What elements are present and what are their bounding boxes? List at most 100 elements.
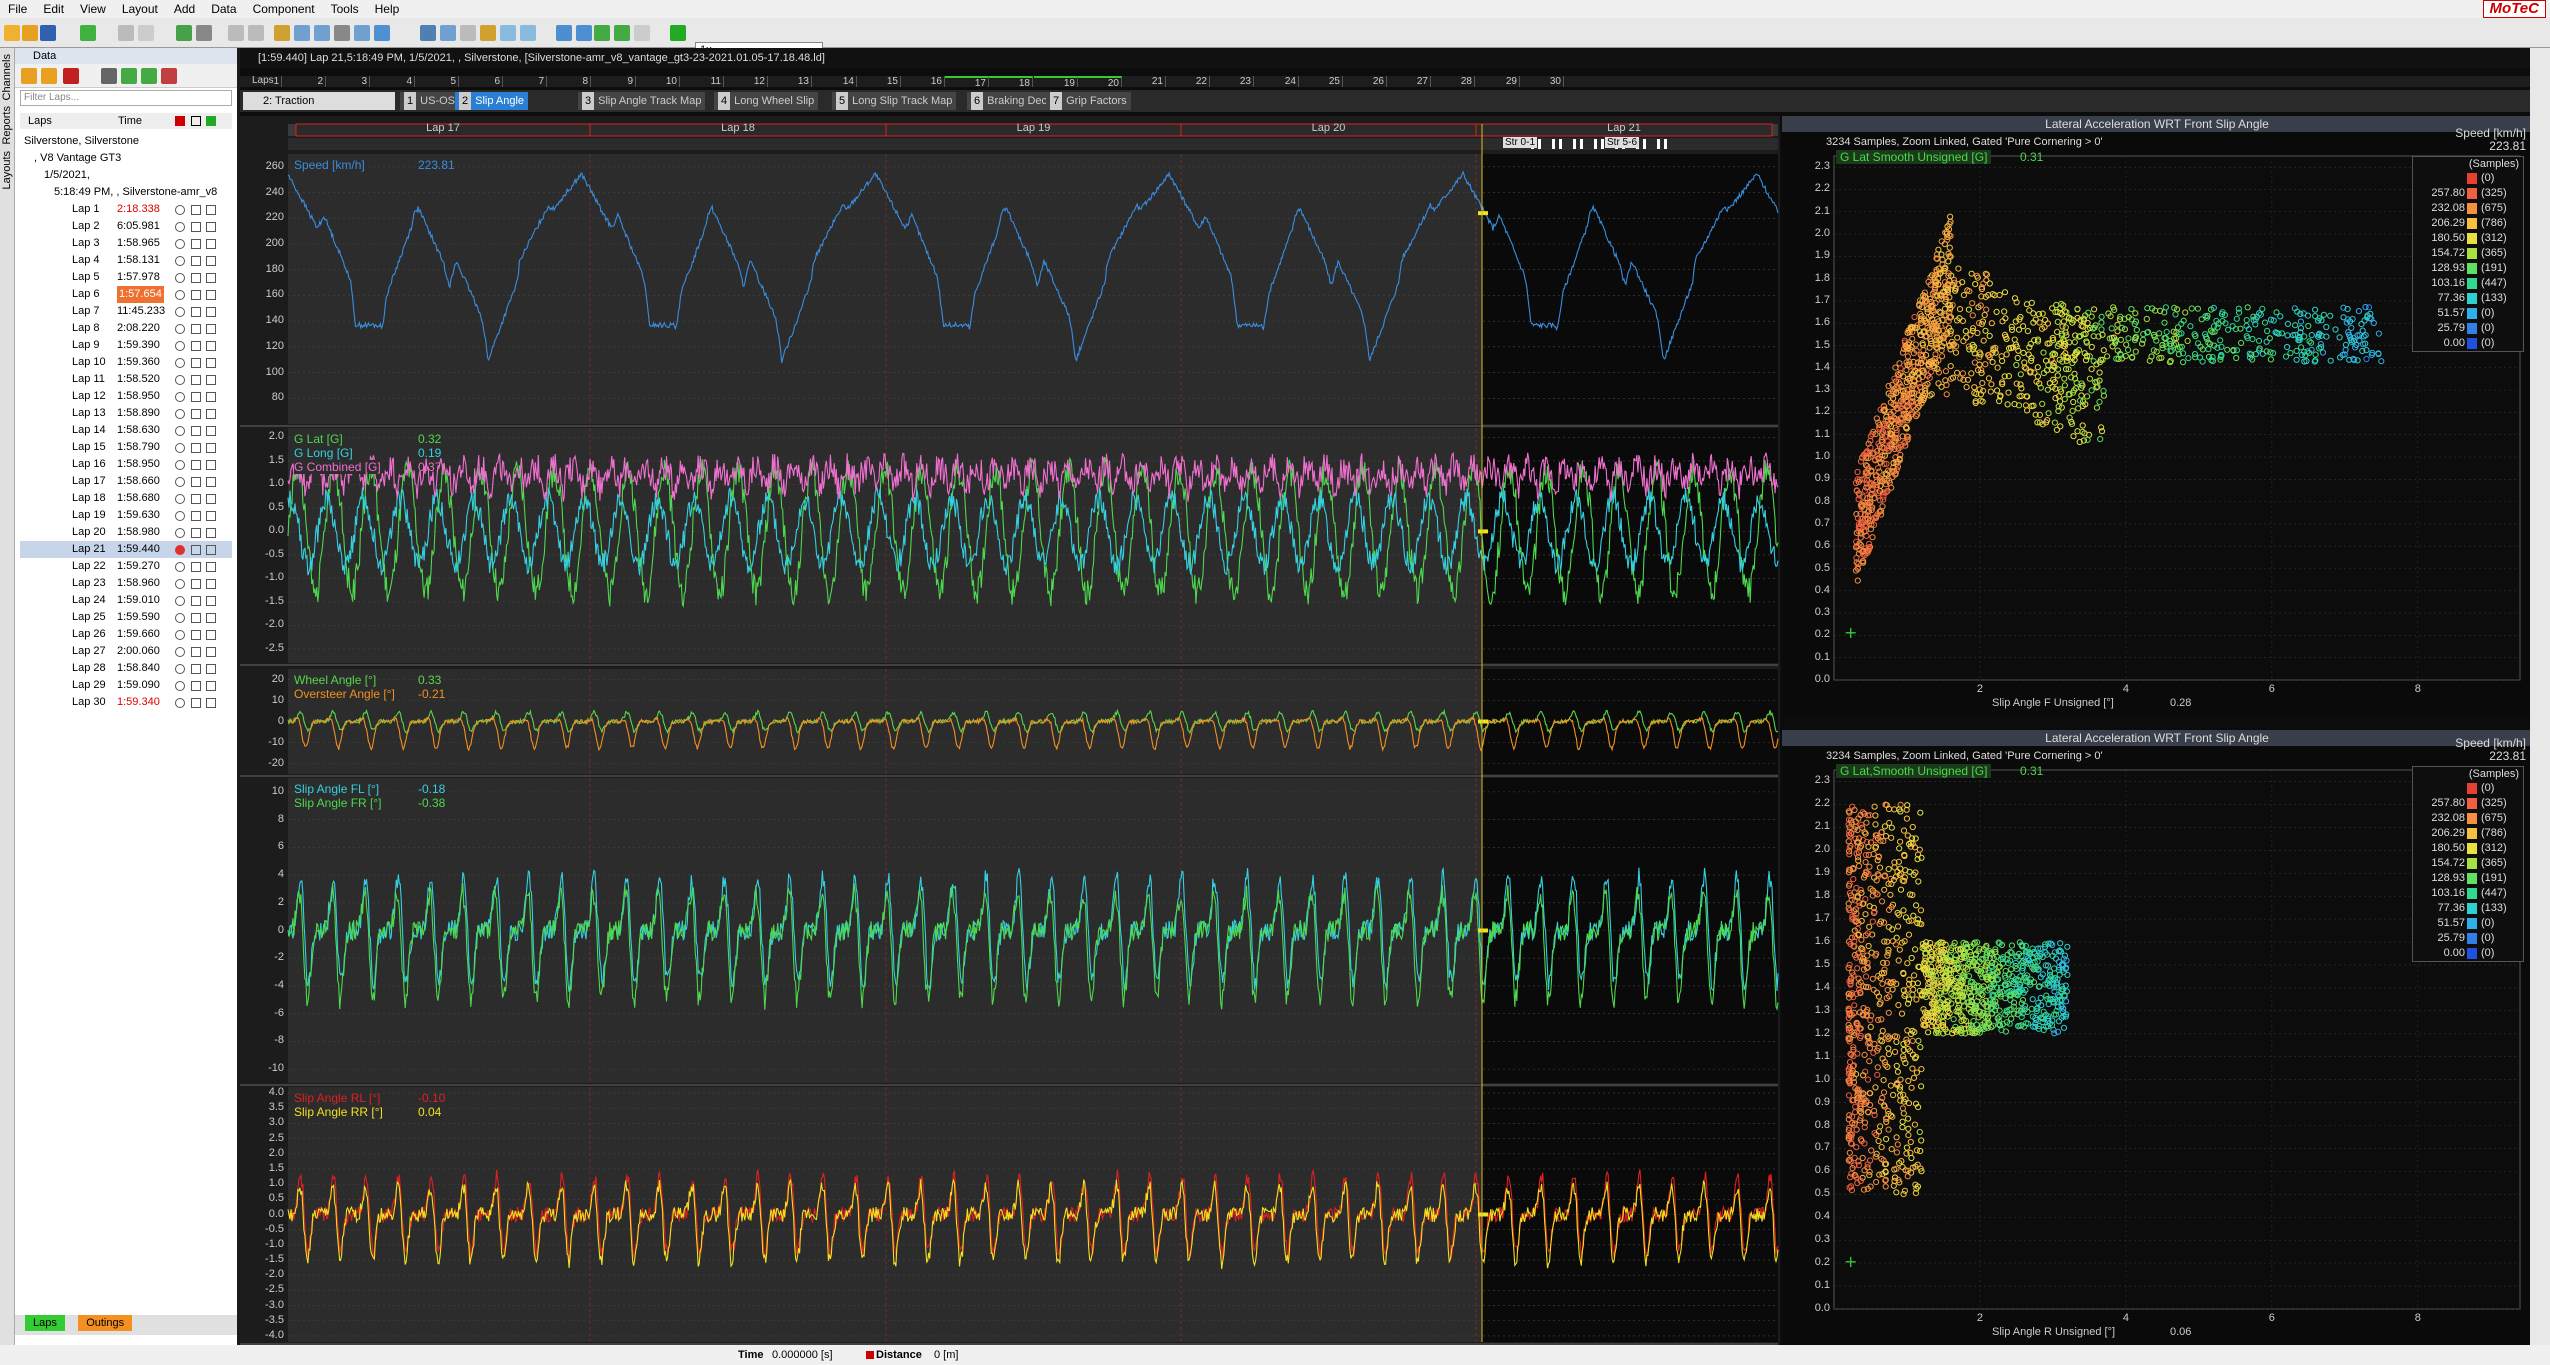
open-data-icon[interactable] — [21, 68, 37, 84]
lap-row[interactable]: Lap 27 2:00.060 — [20, 643, 232, 660]
lap-row[interactable]: Lap 4 1:58.131 — [20, 252, 232, 269]
lap-compare-checkbox[interactable] — [206, 698, 216, 708]
channel-name[interactable]: Slip Angle FL [°] — [294, 782, 380, 796]
refresh-icon[interactable] — [176, 25, 192, 41]
lap-reference-radio[interactable] — [175, 460, 185, 470]
lap-compare-checkbox[interactable] — [206, 375, 216, 385]
straight-label[interactable]: Str 0-1 — [1503, 137, 1538, 148]
lap-row[interactable]: Lap 17 1:58.660 — [20, 473, 232, 490]
lap-ruler-number[interactable]: 23 — [1210, 76, 1254, 87]
lap-compare-checkbox[interactable] — [206, 664, 216, 674]
lap-row[interactable]: Lap 19 1:59.630 — [20, 507, 232, 524]
lap-row[interactable]: Lap 22 1:59.270 — [20, 558, 232, 575]
lap-reference-radio[interactable] — [175, 664, 185, 674]
scatter-y-channel[interactable]: G Lat,Smooth Unsigned [G] — [1836, 764, 1992, 778]
col-time[interactable]: Time — [118, 113, 142, 129]
lap-row[interactable]: Lap 12 1:58.950 — [20, 388, 232, 405]
lap-ruler-number[interactable]: 8 — [547, 76, 591, 87]
lap-reference-radio[interactable] — [175, 647, 185, 657]
lap-reference-radio[interactable] — [175, 613, 185, 623]
lap-compare-checkbox[interactable] — [206, 528, 216, 538]
scatter-y-channel[interactable]: G Lat Smooth Unsigned [G] — [1836, 150, 1992, 164]
page-icon[interactable] — [138, 25, 154, 41]
lap-compare-checkbox[interactable] — [206, 630, 216, 640]
lap-ruler-number[interactable]: 28 — [1431, 76, 1475, 87]
lap-reference-radio[interactable] — [175, 358, 185, 368]
add-icon[interactable] — [80, 25, 96, 41]
lap-reference-radio[interactable] — [175, 494, 185, 504]
lap-row[interactable]: Lap 9 1:59.390 — [20, 337, 232, 354]
lap-reference-radio[interactable] — [175, 222, 185, 232]
lap-row[interactable]: Lap 13 1:58.890 — [20, 405, 232, 422]
marker-icon[interactable] — [480, 25, 496, 41]
lap-reference-radio[interactable] — [175, 596, 185, 606]
tree-vehicle[interactable]: , V8 Vantage GT3 — [20, 150, 232, 167]
channel-name[interactable]: Slip Angle FR [°] — [294, 796, 382, 810]
lap-ruler-number[interactable]: 26 — [1343, 76, 1387, 87]
lap-ruler-number[interactable]: 25 — [1299, 76, 1343, 87]
add-data-icon[interactable] — [41, 68, 57, 84]
lap-ruler-number[interactable]: 19 — [1034, 76, 1078, 89]
tab-long-wheel-slip[interactable]: 4 Long Wheel Slip — [714, 92, 819, 110]
lap-overlay-checkbox[interactable] — [191, 562, 201, 572]
lap-reference-radio[interactable] — [175, 698, 185, 708]
lap-ruler-number[interactable]: 5 — [415, 76, 459, 87]
lap-row[interactable]: Lap 16 1:58.950 — [20, 456, 232, 473]
lap-reference-radio[interactable] — [175, 511, 185, 521]
tab-long-slip-track-map[interactable]: 5 Long Slip Track Map — [832, 92, 957, 110]
lap-overlay-checkbox[interactable] — [191, 409, 201, 419]
tab-slip-angle[interactable]: 2 Slip Angle — [455, 92, 529, 110]
channel-name[interactable]: G Long [G] — [294, 446, 353, 460]
time-distance-graph[interactable]: Lap 17 Lap 18 Lap 19 Lap 20 Lap 21 Str 0-1 Str… — [240, 116, 1780, 1365]
lap-overlay-checkbox[interactable] — [191, 256, 201, 266]
link-icon[interactable] — [196, 25, 212, 41]
lap-reference-radio[interactable] — [175, 443, 185, 453]
channel-name[interactable]: G Lat [G] — [294, 432, 343, 446]
lap-row[interactable]: Lap 18 1:58.680 — [20, 490, 232, 507]
tab-us-os[interactable]: 1 US-OS — [400, 92, 459, 110]
lap-reference-radio[interactable] — [175, 273, 185, 283]
lap-ruler-number[interactable]: 29 — [1476, 76, 1520, 87]
lap-ruler-number[interactable]: 16 — [901, 76, 945, 87]
lap-compare-checkbox[interactable] — [206, 239, 216, 249]
lap-compare-checkbox[interactable] — [206, 409, 216, 419]
lap-compare-checkbox[interactable] — [206, 647, 216, 657]
lap-reference-radio[interactable] — [175, 477, 185, 487]
filter-check-icon[interactable] — [614, 25, 630, 41]
lap-row[interactable]: Lap 7 11:45.233 — [20, 303, 232, 320]
menu-add[interactable]: Add — [166, 2, 203, 16]
tab-layouts[interactable]: Layouts — [1, 151, 13, 190]
lap-compare-checkbox[interactable] — [206, 613, 216, 623]
lap-row[interactable]: Lap 25 1:59.590 — [20, 609, 232, 626]
lap-reference-radio[interactable] — [175, 290, 185, 300]
lap-overlay-checkbox[interactable] — [191, 239, 201, 249]
lap-overlay-checkbox[interactable] — [191, 324, 201, 334]
open-folder-icon[interactable] — [22, 25, 38, 41]
lap-overlay-checkbox[interactable] — [191, 613, 201, 623]
lap-row[interactable]: Lap 30 1:59.340 — [20, 694, 232, 711]
lap-reference-radio[interactable] — [175, 409, 185, 419]
lap-reference-radio[interactable] — [175, 579, 185, 589]
lap-ruler-number[interactable]: 2 — [282, 76, 326, 87]
lap-row[interactable]: Lap 28 1:58.840 — [20, 660, 232, 677]
lap-ruler-number[interactable]: 27 — [1387, 76, 1431, 87]
channel-name[interactable]: G Combined [G] — [294, 460, 381, 474]
channel-icon[interactable] — [334, 25, 350, 41]
lap-filter-icon[interactable] — [121, 68, 137, 84]
lap-ruler-number[interactable]: 4 — [371, 76, 415, 87]
lap-ruler[interactable]: Laps 1 2 3 4 5 6 7 8 9 10 11 12 13 14 15 16 17 18 19 20 21 22… — [240, 75, 2550, 89]
lap-compare-checkbox[interactable] — [206, 545, 216, 555]
lap-overlay-checkbox[interactable] — [191, 647, 201, 657]
tab-channels[interactable]: Channels — [1, 54, 13, 100]
lap-overlay-checkbox[interactable] — [191, 273, 201, 283]
lap-compare-checkbox[interactable] — [206, 273, 216, 283]
forward-icon[interactable] — [576, 25, 592, 41]
lap-reference-radio[interactable] — [175, 205, 185, 215]
lap-reference-radio[interactable] — [175, 307, 185, 317]
tree-outing[interactable]: 5:18:49 PM, , Silverstone-amr_v8 — [20, 184, 232, 201]
lap-compare-checkbox[interactable] — [206, 341, 216, 351]
cursor-mode-icon[interactable] — [460, 25, 476, 41]
zoom-icon[interactable] — [354, 25, 370, 41]
lap-compare-checkbox[interactable] — [206, 511, 216, 521]
table-icon[interactable] — [420, 25, 436, 41]
